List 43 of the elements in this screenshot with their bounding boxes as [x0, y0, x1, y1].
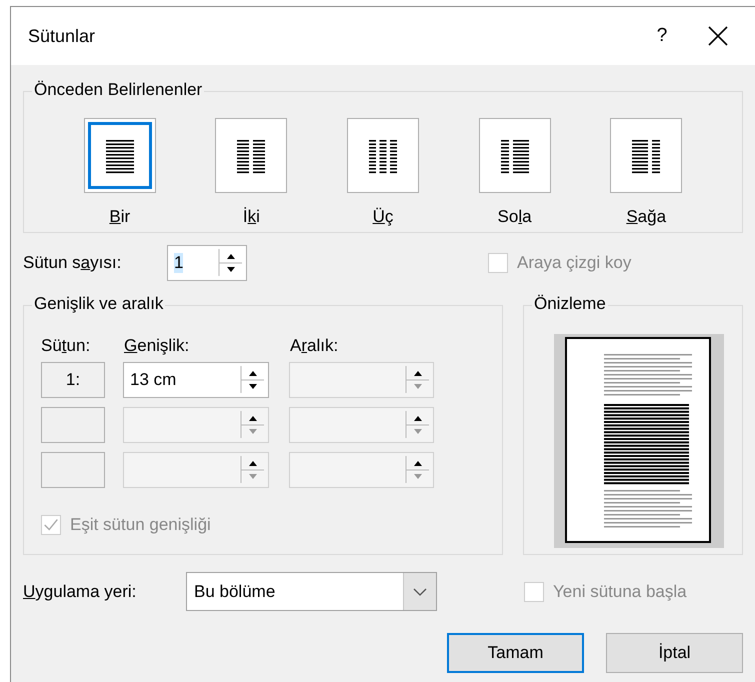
column-header: Genişlik:: [124, 336, 190, 357]
column-header: Aralık:: [290, 336, 338, 357]
preset-button[interactable]: [610, 118, 682, 193]
spin-arrows-icon: [216, 248, 244, 278]
window-title: Sütunlar: [28, 26, 96, 46]
preset-label: İki: [242, 207, 260, 227]
width-field[interactable]: 13 cm: [123, 362, 269, 398]
close-icon[interactable]: [707, 25, 729, 47]
spin-arrows-icon: [403, 455, 431, 485]
spacing-field[interactable]: [289, 362, 434, 398]
column-count-field[interactable]: 1: [167, 245, 247, 281]
spacing-field[interactable]: [289, 452, 434, 488]
column-number-box: [41, 452, 105, 488]
column-number-box: [41, 407, 105, 443]
column-header: Sütun:: [41, 336, 92, 357]
preset-button[interactable]: [84, 118, 156, 193]
column-number: 1:: [41, 362, 105, 398]
apply-to-dropdown[interactable]: Bu bölüme: [186, 572, 437, 611]
width-field[interactable]: [123, 407, 269, 443]
preset-label: Sola: [498, 207, 532, 227]
spin-arrows-icon: [238, 410, 266, 440]
checkbox-label: Araya çizgi koy: [517, 253, 632, 273]
apply-to-label: Uygulama yeri:: [23, 582, 138, 602]
checkbox-label: Yeni sütuna başla: [553, 582, 687, 602]
chevron-down-icon: [413, 588, 427, 596]
preset-label: Bir: [109, 207, 130, 227]
spacing-field[interactable]: [289, 407, 434, 443]
spin-arrows-icon: [238, 365, 266, 395]
preset-label: Üç: [372, 207, 394, 227]
column-count-label: Sütun sayısı:: [23, 253, 122, 273]
group-title: Genişlik ve aralık: [32, 294, 166, 314]
help-button[interactable]: ?: [637, 25, 687, 47]
spin-arrows-icon: [403, 365, 431, 395]
width-field[interactable]: [123, 452, 269, 488]
spin-arrows-icon: [238, 455, 266, 485]
preset-button[interactable]: [478, 118, 551, 193]
spin-arrows-icon: [403, 410, 431, 440]
ok-button[interactable]: Tamam: [447, 633, 584, 673]
checkbox-label: Eşit sütun genişliği: [70, 515, 211, 535]
preset-button[interactable]: [346, 118, 419, 193]
cancel-button[interactable]: İptal: [606, 633, 743, 673]
preset-button[interactable]: [215, 118, 288, 193]
preset-label: Sağa: [626, 207, 666, 227]
